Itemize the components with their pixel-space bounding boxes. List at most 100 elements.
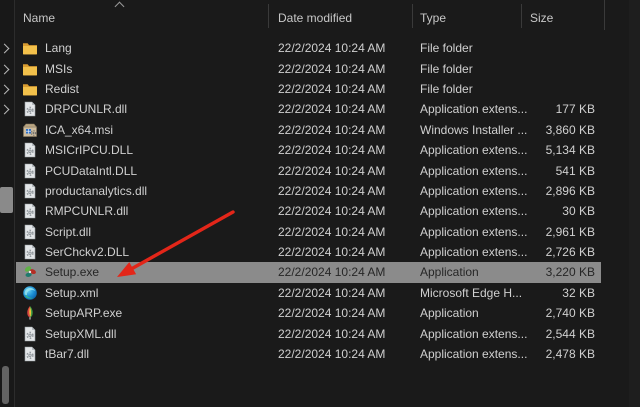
date-modified-cell: 22/2/2024 10:24 AM — [278, 41, 385, 55]
date-modified-cell: 22/2/2024 10:24 AM — [278, 184, 385, 198]
file-name-label: Script.dll — [45, 225, 91, 239]
tree-expand-chevron-icon[interactable] — [0, 105, 9, 115]
date-modified-cell: 22/2/2024 10:24 AM — [278, 164, 385, 178]
size-cell: 2,896 KB — [478, 184, 595, 198]
file-name-cell: Setup.xml — [16, 285, 98, 301]
file-row[interactable]: RMPCUNLR.dll 22/2/2024 10:24 AM Applicat… — [16, 201, 601, 221]
file-name-label: RMPCUNLR.dll — [45, 204, 128, 218]
dll-page-icon — [22, 346, 38, 362]
file-list: Name Date modified Type Size Lang 22/2/2… — [16, 0, 640, 407]
date-modified-cell: 22/2/2024 10:24 AM — [278, 327, 385, 341]
file-row[interactable]: ICA_x64.msi 22/2/2024 10:24 AM Windows I… — [16, 120, 601, 140]
file-explorer-window: Name Date modified Type Size Lang 22/2/2… — [0, 0, 640, 407]
size-cell: 2,740 KB — [478, 306, 595, 320]
file-row[interactable]: Redist 22/2/2024 10:24 AM File folder — [16, 79, 601, 99]
dll-page-icon — [22, 183, 38, 199]
file-row[interactable]: productanalytics.dll 22/2/2024 10:24 AM … — [16, 181, 601, 201]
edge-xml-icon — [22, 285, 38, 301]
navigation-pane-edge — [0, 0, 14, 407]
dll-page-icon — [22, 244, 38, 260]
type-cell: File folder — [420, 62, 473, 76]
file-name-label: Redist — [45, 82, 79, 96]
file-row[interactable]: Setup.xml 22/2/2024 10:24 AM Microsoft E… — [16, 283, 601, 303]
type-cell: File folder — [420, 82, 473, 96]
tree-expand-chevron-icon[interactable] — [0, 44, 9, 54]
size-cell: 3,860 KB — [478, 123, 595, 137]
size-cell: 177 KB — [478, 102, 595, 116]
file-name-cell: MSICrIPCU.DLL — [16, 142, 133, 158]
size-cell: 2,961 KB — [478, 225, 595, 239]
file-row[interactable]: SerChckv2.DLL 22/2/2024 10:24 AM Applica… — [16, 242, 601, 262]
date-modified-cell: 22/2/2024 10:24 AM — [278, 102, 385, 116]
file-name-label: DRPCUNLR.dll — [45, 102, 127, 116]
column-header-date-modified[interactable]: Date modified — [278, 11, 352, 25]
dll-page-icon — [22, 326, 38, 342]
file-name-cell: RMPCUNLR.dll — [16, 203, 128, 219]
date-modified-cell: 22/2/2024 10:24 AM — [278, 143, 385, 157]
sort-ascending-icon — [115, 2, 125, 12]
file-row[interactable]: Script.dll 22/2/2024 10:24 AM Applicatio… — [16, 222, 601, 242]
windows-installer-icon — [22, 122, 38, 138]
folder-icon — [22, 81, 38, 97]
file-name-cell: SetupARP.exe — [16, 305, 122, 321]
file-row[interactable]: tBar7.dll 22/2/2024 10:24 AM Application… — [16, 344, 601, 364]
folder-icon — [22, 40, 38, 56]
file-name-label: MSIs — [45, 62, 72, 76]
file-name-label: PCUDataIntl.DLL — [45, 164, 137, 178]
type-cell: File folder — [420, 41, 473, 55]
date-modified-cell: 22/2/2024 10:24 AM — [278, 82, 385, 96]
file-name-label: Setup.exe — [45, 265, 99, 279]
date-modified-cell: 22/2/2024 10:24 AM — [278, 347, 385, 361]
file-row[interactable]: PCUDataIntl.DLL 22/2/2024 10:24 AM Appli… — [16, 160, 601, 180]
type-cell: Application — [420, 265, 479, 279]
file-name-label: SerChckv2.DLL — [45, 245, 129, 259]
file-name-label: Setup.xml — [45, 286, 98, 300]
date-modified-cell: 22/2/2024 10:24 AM — [278, 306, 385, 320]
column-divider[interactable] — [412, 4, 413, 28]
folder-icon — [22, 61, 38, 77]
tree-expand-chevron-icon[interactable] — [0, 65, 9, 75]
tree-expand-chevron-icon[interactable] — [0, 85, 9, 95]
scrollbar-track-fragment[interactable] — [2, 366, 9, 404]
dll-page-icon — [22, 142, 38, 158]
file-row[interactable]: MSIs 22/2/2024 10:24 AM File folder — [16, 58, 601, 78]
size-cell: 30 KB — [478, 204, 595, 218]
scrollbar-thumb[interactable] — [0, 187, 13, 213]
file-row[interactable]: Setup.exe 22/2/2024 10:24 AM Application… — [16, 262, 601, 282]
arp-app-icon — [22, 305, 38, 321]
file-row[interactable]: MSICrIPCU.DLL 22/2/2024 10:24 AM Applica… — [16, 140, 601, 160]
file-row[interactable]: SetupXML.dll 22/2/2024 10:24 AM Applicat… — [16, 323, 601, 343]
column-header-type[interactable]: Type — [420, 11, 446, 25]
file-name-label: productanalytics.dll — [45, 184, 147, 198]
file-name-cell: PCUDataIntl.DLL — [16, 163, 137, 179]
date-modified-cell: 22/2/2024 10:24 AM — [278, 286, 385, 300]
file-rows: Lang 22/2/2024 10:24 AM File folder MSIs… — [16, 38, 601, 364]
setup-app-icon — [22, 264, 38, 280]
size-cell: 3,220 KB — [478, 265, 595, 279]
type-cell: Application — [420, 306, 479, 320]
file-name-label: SetupARP.exe — [45, 306, 122, 320]
file-name-label: ICA_x64.msi — [45, 123, 113, 137]
dll-page-icon — [22, 163, 38, 179]
column-divider[interactable] — [521, 4, 522, 28]
file-name-cell: Setup.exe — [16, 264, 99, 280]
size-cell: 541 KB — [478, 164, 595, 178]
pane-divider — [14, 0, 15, 407]
file-row[interactable]: Lang 22/2/2024 10:24 AM File folder — [16, 38, 601, 58]
file-name-cell: Redist — [16, 81, 79, 97]
size-cell: 2,726 KB — [478, 245, 595, 259]
file-name-label: tBar7.dll — [45, 347, 89, 361]
file-row[interactable]: SetupARP.exe 22/2/2024 10:24 AM Applicat… — [16, 303, 601, 323]
column-header-size[interactable]: Size — [530, 11, 553, 25]
date-modified-cell: 22/2/2024 10:24 AM — [278, 225, 385, 239]
column-header-name[interactable]: Name — [23, 11, 55, 25]
date-modified-cell: 22/2/2024 10:24 AM — [278, 62, 385, 76]
size-cell: 32 KB — [478, 286, 595, 300]
file-name-label: MSICrIPCU.DLL — [45, 143, 133, 157]
dll-page-icon — [22, 224, 38, 240]
column-header-row: Name Date modified Type Size — [16, 0, 640, 34]
date-modified-cell: 22/2/2024 10:24 AM — [278, 245, 385, 259]
column-divider[interactable] — [604, 0, 605, 30]
file-row[interactable]: DRPCUNLR.dll 22/2/2024 10:24 AM Applicat… — [16, 99, 601, 119]
column-divider[interactable] — [268, 4, 269, 28]
